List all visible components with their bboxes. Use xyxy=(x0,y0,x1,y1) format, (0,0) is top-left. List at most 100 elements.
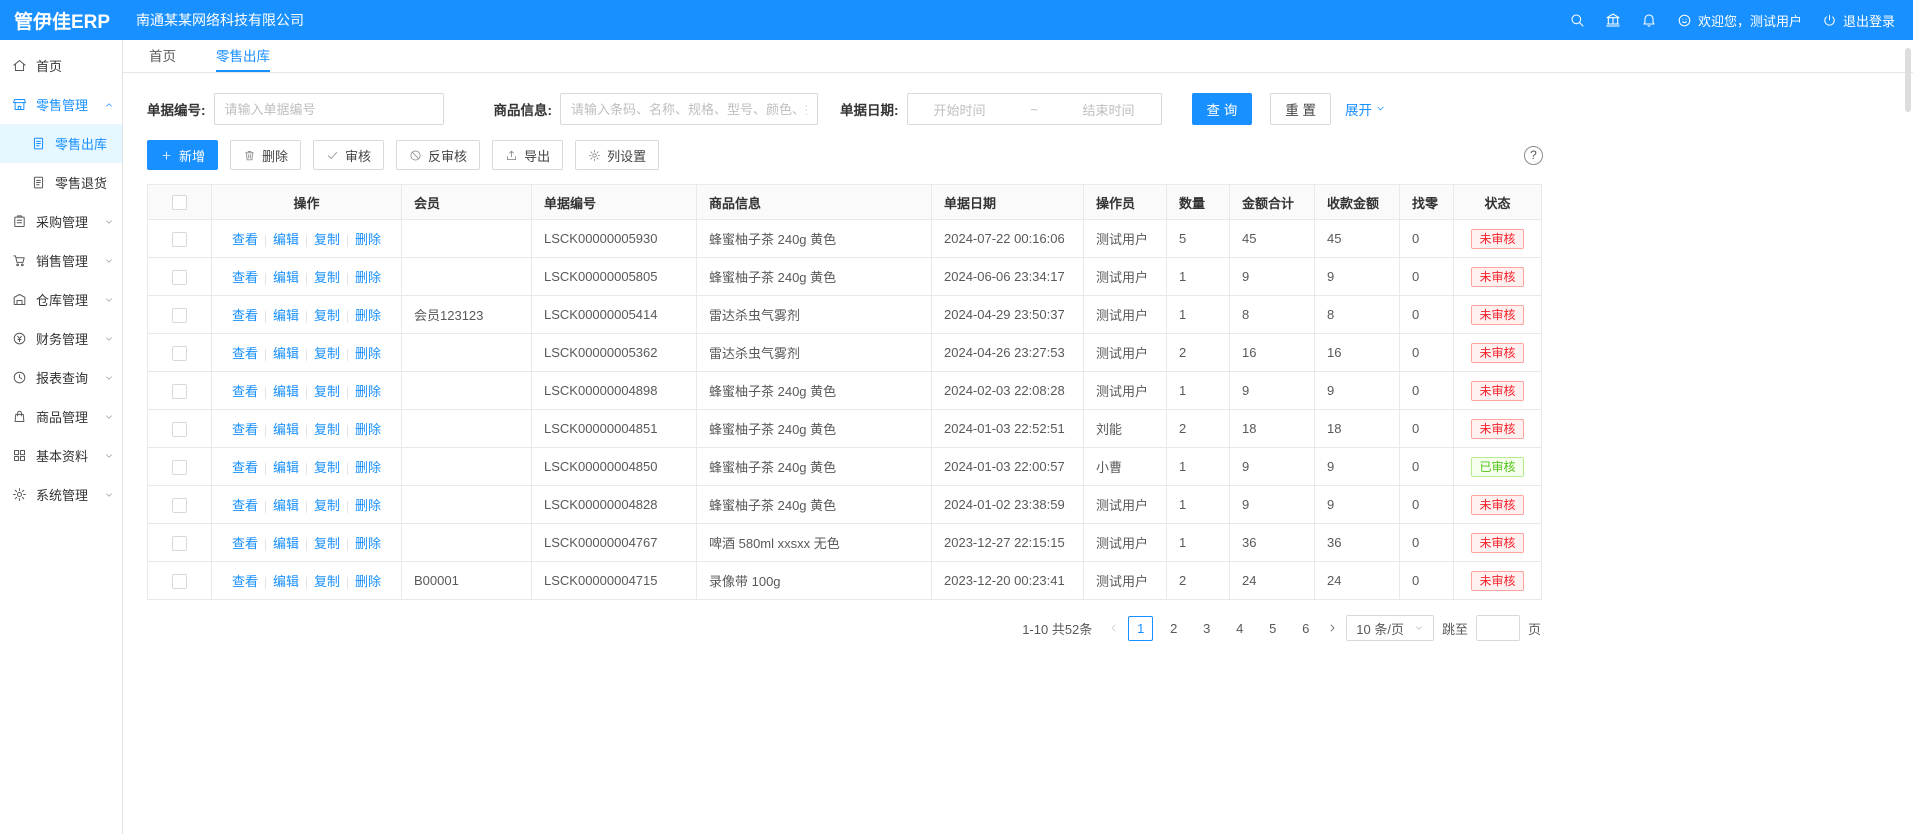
goods-input[interactable] xyxy=(560,93,818,125)
plus-button[interactable]: 新增 xyxy=(147,140,218,170)
sidebar-item-grid[interactable]: 基本资料 xyxy=(0,436,122,475)
sidebar-item-cart[interactable]: 销售管理 xyxy=(0,241,122,280)
sidebar-item-coin[interactable]: 财务管理 xyxy=(0,319,122,358)
row-checkbox[interactable] xyxy=(172,346,187,361)
scrollbar-thumb[interactable] xyxy=(1905,48,1911,112)
action-delete-link[interactable]: 删除 xyxy=(355,536,381,551)
help-icon[interactable]: ? xyxy=(1524,146,1543,165)
action-view-link[interactable]: 查看 xyxy=(232,346,258,361)
action-delete-link[interactable]: 删除 xyxy=(355,460,381,475)
action-edit-link[interactable]: 编辑 xyxy=(273,498,299,513)
action-edit-link[interactable]: 编辑 xyxy=(273,270,299,285)
action-edit-link[interactable]: 编辑 xyxy=(273,384,299,399)
action-delete-link[interactable]: 删除 xyxy=(355,498,381,513)
action-delete-link[interactable]: 删除 xyxy=(355,232,381,247)
welcome-user[interactable]: 欢迎您，测试用户 xyxy=(1677,11,1802,30)
export-button[interactable]: 导出 xyxy=(492,140,563,170)
row-checkbox[interactable] xyxy=(172,498,187,513)
check-button[interactable]: 审核 xyxy=(313,140,384,170)
page-button-5[interactable]: 5 xyxy=(1260,616,1285,641)
action-edit-link[interactable]: 编辑 xyxy=(273,574,299,589)
row-checkbox[interactable] xyxy=(172,460,187,475)
action-delete-link[interactable]: 删除 xyxy=(355,346,381,361)
row-checkbox[interactable] xyxy=(172,574,187,589)
sidebar-item-doc[interactable]: 零售退货 xyxy=(0,163,122,202)
page-button-2[interactable]: 2 xyxy=(1161,616,1186,641)
action-view-link[interactable]: 查看 xyxy=(232,498,258,513)
action-delete-link[interactable]: 删除 xyxy=(355,270,381,285)
next-page-button[interactable] xyxy=(1326,622,1338,634)
action-view-link[interactable]: 查看 xyxy=(232,574,258,589)
sidebar-item-gear[interactable]: 系统管理 xyxy=(0,475,122,514)
action-copy-link[interactable]: 复制 xyxy=(314,384,340,399)
expand-link[interactable]: 展开 xyxy=(1345,99,1386,119)
row-checkbox[interactable] xyxy=(172,308,187,323)
page-size-select[interactable]: 10 条/页 xyxy=(1346,615,1434,641)
date-range-picker[interactable]: 开始时间 ~ 结束时间 xyxy=(907,93,1162,125)
row-checkbox[interactable] xyxy=(172,536,187,551)
tab-item[interactable]: 首页 xyxy=(149,40,176,72)
page-button-6[interactable]: 6 xyxy=(1293,616,1318,641)
row-checkbox[interactable] xyxy=(172,232,187,247)
action-copy-link[interactable]: 复制 xyxy=(314,270,340,285)
action-edit-link[interactable]: 编辑 xyxy=(273,346,299,361)
gear-button[interactable]: 列设置 xyxy=(575,140,659,170)
action-view-link[interactable]: 查看 xyxy=(232,536,258,551)
action-edit-link[interactable]: 编辑 xyxy=(273,422,299,437)
action-edit-link[interactable]: 编辑 xyxy=(273,308,299,323)
actions-cell: 查看编辑复制删除 xyxy=(212,296,402,334)
action-delete-link[interactable]: 删除 xyxy=(355,422,381,437)
sidebar-item-label: 零售退货 xyxy=(55,173,107,192)
action-copy-link[interactable]: 复制 xyxy=(314,308,340,323)
action-edit-link[interactable]: 编辑 xyxy=(273,460,299,475)
sidebar-item-box[interactable]: 仓库管理 xyxy=(0,280,122,319)
sidebar-item-clock[interactable]: 报表查询 xyxy=(0,358,122,397)
jump-page-input[interactable] xyxy=(1476,615,1520,641)
action-copy-link[interactable]: 复制 xyxy=(314,536,340,551)
action-view-link[interactable]: 查看 xyxy=(232,308,258,323)
search-button[interactable]: 查 询 xyxy=(1192,93,1253,125)
row-checkbox[interactable] xyxy=(172,270,187,285)
action-view-link[interactable]: 查看 xyxy=(232,460,258,475)
sidebar-item-home[interactable]: 首页 xyxy=(0,46,122,85)
action-view-link[interactable]: 查看 xyxy=(232,422,258,437)
action-delete-link[interactable]: 删除 xyxy=(355,574,381,589)
action-copy-link[interactable]: 复制 xyxy=(314,574,340,589)
action-delete-link[interactable]: 删除 xyxy=(355,384,381,399)
action-copy-link[interactable]: 复制 xyxy=(314,422,340,437)
sidebar-item-doc[interactable]: 零售出库 xyxy=(0,124,122,163)
action-view-link[interactable]: 查看 xyxy=(232,232,258,247)
shop-icon xyxy=(12,97,28,113)
bill-no-input[interactable] xyxy=(214,93,444,125)
action-copy-link[interactable]: 复制 xyxy=(314,232,340,247)
sidebar-item-clipboard[interactable]: 采购管理 xyxy=(0,202,122,241)
action-copy-link[interactable]: 复制 xyxy=(314,498,340,513)
sidebar-item-bag[interactable]: 商品管理 xyxy=(0,397,122,436)
row-checkbox[interactable] xyxy=(172,384,187,399)
action-copy-link[interactable]: 复制 xyxy=(314,346,340,361)
logout-button[interactable]: 退出登录 xyxy=(1822,11,1895,30)
bell-icon[interactable] xyxy=(1641,12,1657,28)
action-view-link[interactable]: 查看 xyxy=(232,384,258,399)
row-checkbox[interactable] xyxy=(172,422,187,437)
prev-page-button[interactable] xyxy=(1108,622,1120,634)
trash-button[interactable]: 删除 xyxy=(230,140,301,170)
cell-member xyxy=(402,486,532,524)
action-copy-link[interactable]: 复制 xyxy=(314,460,340,475)
page-button-3[interactable]: 3 xyxy=(1194,616,1219,641)
action-view-link[interactable]: 查看 xyxy=(232,270,258,285)
page-button-1[interactable]: 1 xyxy=(1128,616,1153,641)
cell-goods: 蜂蜜柚子茶 240g 黄色 xyxy=(697,372,932,410)
page-button-4[interactable]: 4 xyxy=(1227,616,1252,641)
reset-button[interactable]: 重 置 xyxy=(1270,93,1331,125)
action-delete-link[interactable]: 删除 xyxy=(355,308,381,323)
bank-icon[interactable] xyxy=(1605,12,1621,28)
sidebar-item-shop[interactable]: 零售管理 xyxy=(0,85,122,124)
search-icon[interactable] xyxy=(1569,12,1585,28)
bag-icon xyxy=(12,409,28,425)
ban-button[interactable]: 反审核 xyxy=(396,140,480,170)
action-edit-link[interactable]: 编辑 xyxy=(273,232,299,247)
select-all-checkbox[interactable] xyxy=(172,195,187,210)
action-edit-link[interactable]: 编辑 xyxy=(273,536,299,551)
tab-active[interactable]: 零售出库 xyxy=(216,40,270,72)
